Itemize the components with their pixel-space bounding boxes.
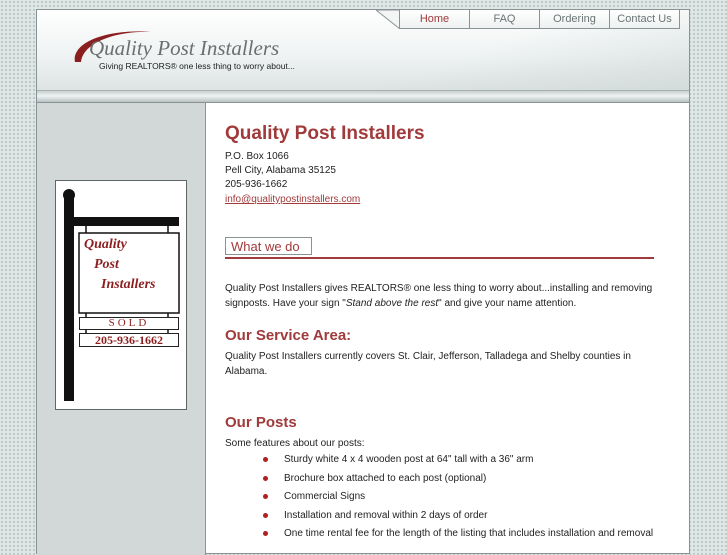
section-divider (225, 257, 654, 259)
email-line: info@qualitypostinstallers.com (225, 194, 360, 205)
what-we-do-text: Quality Post Installers gives REALTORS® … (225, 281, 655, 311)
bullet-icon (263, 531, 268, 536)
sign-text-line2: Post (94, 257, 119, 272)
main-nav: Home FAQ Ordering Contact Us (399, 10, 680, 29)
nav-ordering[interactable]: Ordering (540, 10, 610, 29)
sign-text-line3: Installers (101, 277, 156, 292)
list-item: One time rental fee for the length of th… (263, 528, 683, 547)
feature-text: Sturdy white 4 x 4 wooden post at 64" ta… (284, 454, 534, 465)
site-logo[interactable]: Quality Post Installers Giving REALTORS®… (63, 26, 363, 76)
sign-text-line1: Quality (84, 237, 127, 252)
page-frame: Home FAQ Ordering Contact Us Quality Pos… (36, 9, 690, 555)
address-line1: P.O. Box 1066 (225, 151, 289, 162)
feature-text: Brochure box attached to each post (opti… (284, 472, 487, 484)
list-item: Sturdy white 4 x 4 wooden post at 64" ta… (263, 454, 683, 473)
bullet-icon (263, 457, 268, 462)
email-link[interactable]: info@qualitypostinstallers.com (225, 194, 360, 205)
our-posts-intro: Some features about our posts: (225, 438, 365, 449)
page-title: Quality Post Installers (225, 123, 425, 144)
address-line2: Pell City, Alabama 35125 (225, 165, 336, 176)
sidebar: Quality Post Installers SOLD 205-936-166… (37, 103, 206, 555)
sign-post-icon (63, 189, 180, 401)
nav-faq[interactable]: FAQ (470, 10, 540, 29)
bullet-icon (263, 512, 268, 518)
service-area-heading: Our Service Area: (225, 327, 352, 344)
nav-home[interactable]: Home (399, 10, 470, 29)
list-item: Installation and removal within 2 days o… (263, 510, 683, 529)
features-list: Sturdy white 4 x 4 wooden post at 64" ta… (263, 454, 683, 547)
nav-slant-decoration (376, 10, 400, 29)
logo-title: Quality Post Installers (89, 36, 280, 60)
sign-sold-plate: SOLD (79, 317, 179, 330)
sign-illustration: Quality Post Installers SOLD 205-936-166… (55, 180, 187, 410)
address-phone: 205-936-1662 (225, 179, 288, 190)
sign-phone-plate: 205-936-1662 (79, 333, 179, 347)
what-we-do-text-after: " and give your name attention. (438, 298, 577, 309)
service-area-text: Quality Post Installers currently covers… (225, 351, 631, 377)
list-item: Commercial Signs (263, 491, 683, 510)
bullet-icon (263, 475, 268, 481)
what-we-do-tab: What we do (225, 237, 312, 255)
what-we-do-emphasis: Stand above the rest (345, 298, 439, 309)
feature-text: Installation and removal within 2 days o… (284, 509, 488, 521)
logo-tagline: Giving REALTORS® one less thing to worry… (99, 61, 295, 71)
header-band (37, 90, 689, 103)
feature-text: Commercial Signs (284, 491, 366, 502)
nav-contact-us[interactable]: Contact Us (610, 10, 680, 29)
our-posts-heading: Our Posts (225, 414, 297, 431)
list-item: Brochure box attached to each post (opti… (263, 473, 683, 492)
feature-text: One time rental fee for the length of th… (284, 528, 654, 539)
header: Home FAQ Ordering Contact Us Quality Pos… (37, 10, 689, 90)
bullet-icon (263, 494, 268, 499)
